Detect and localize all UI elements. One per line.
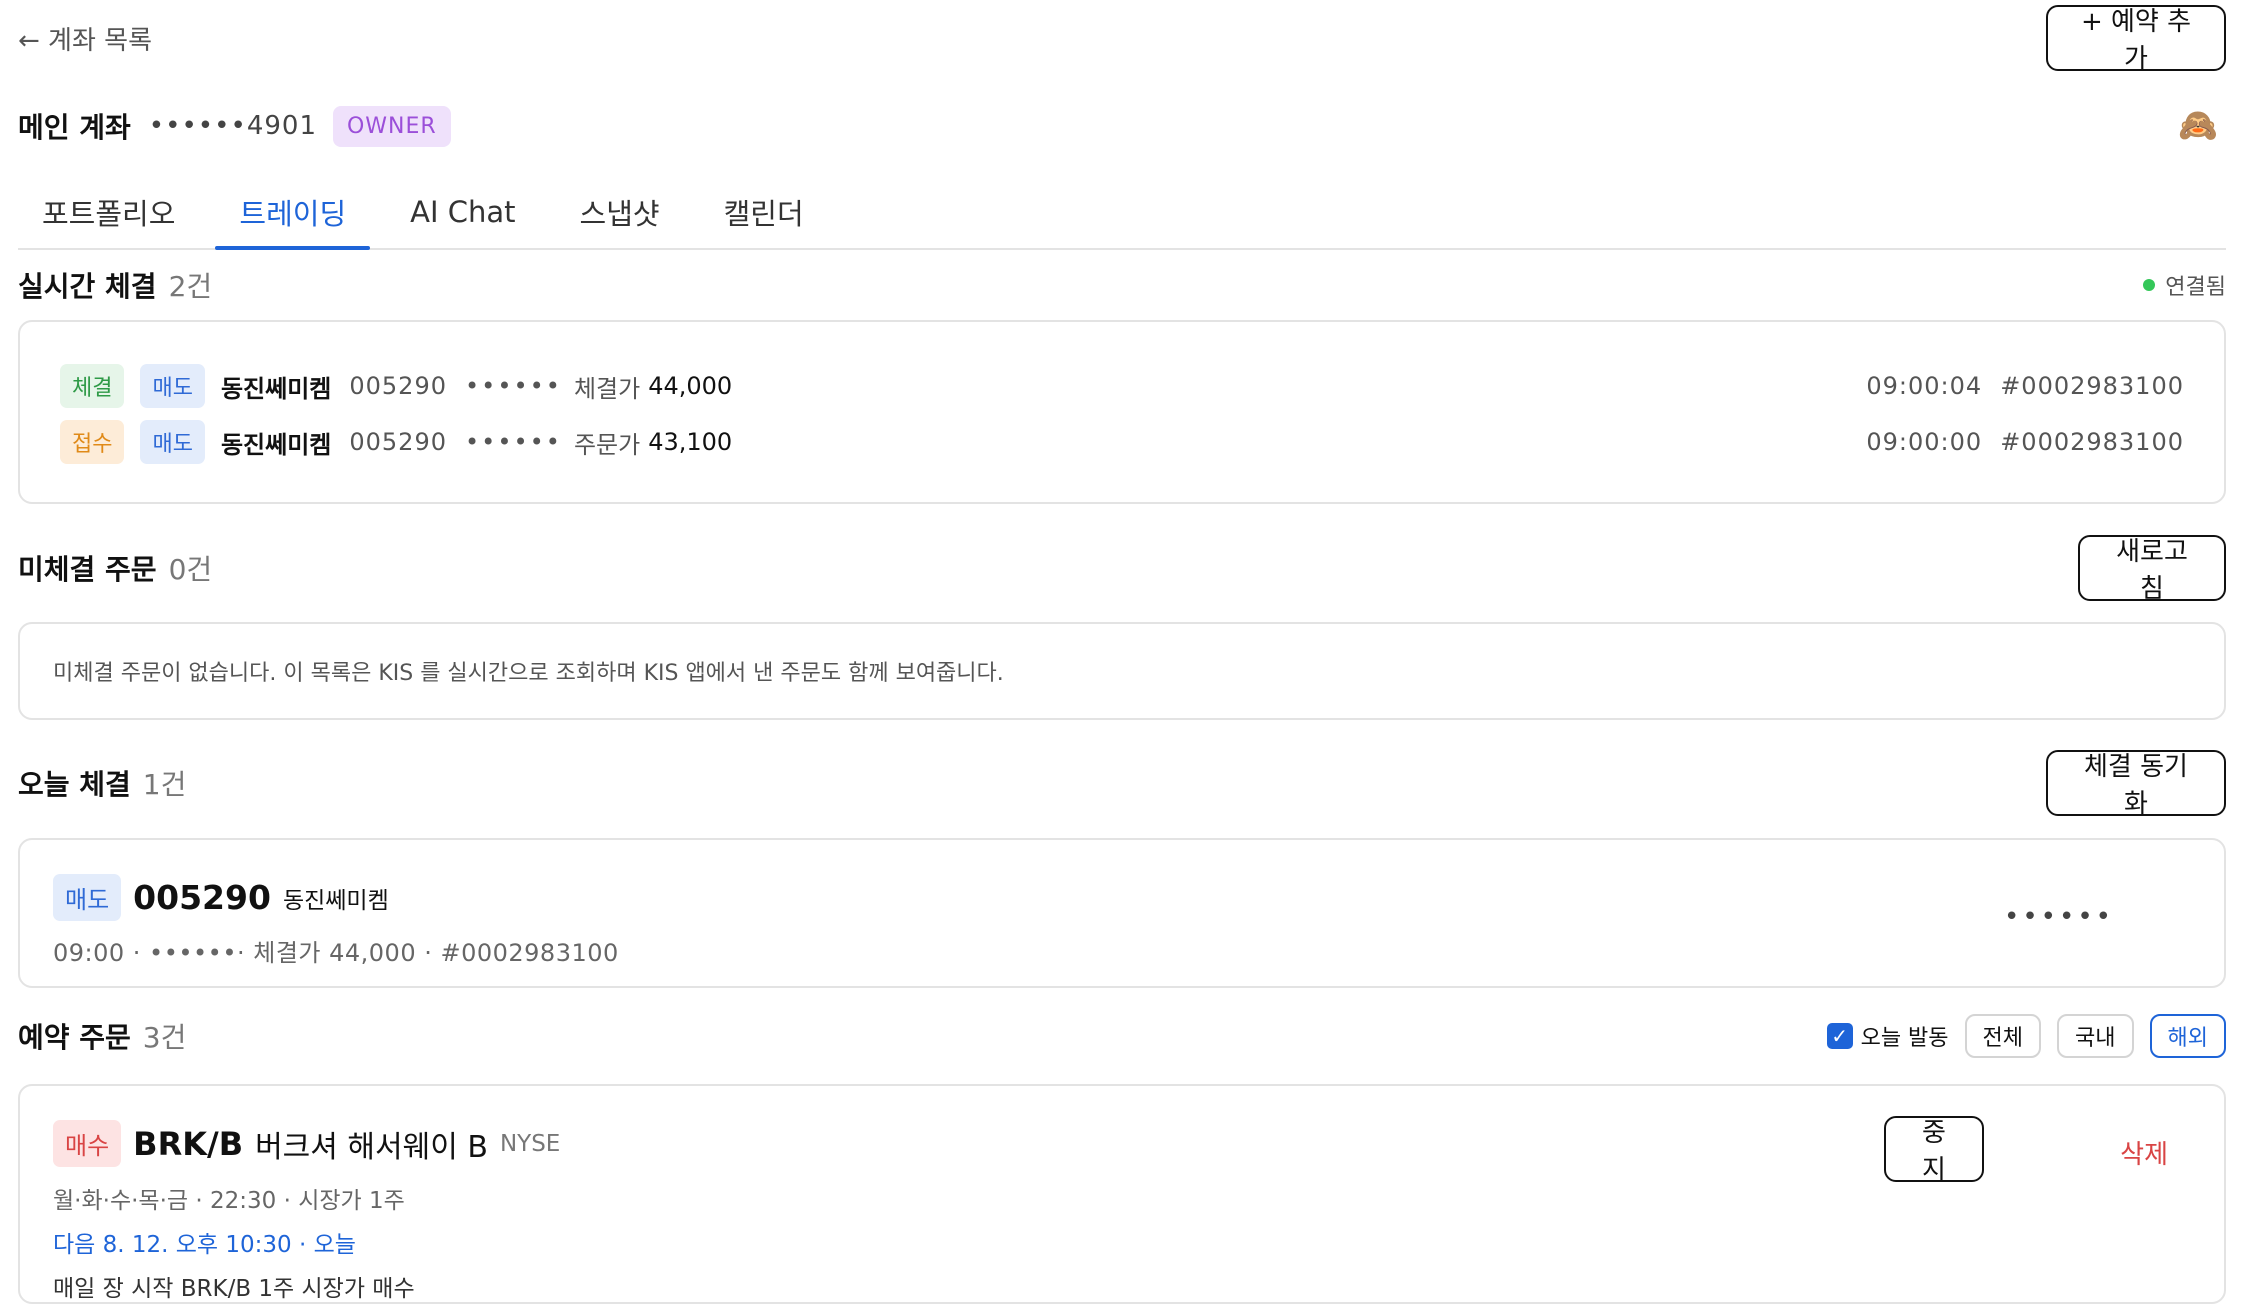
masked-quantity: ••••••: [465, 372, 562, 400]
today-trigger-checkbox[interactable]: ✓ 오늘 발동: [1826, 1020, 1949, 1052]
sync-fills-button[interactable]: 체결 동기화: [2046, 750, 2226, 819]
today-fills-count: 1건: [142, 768, 187, 801]
reservation-description: 매일 장 시작 BRK/B 1주 시장가 매수: [53, 1276, 415, 1302]
tab-trading[interactable]: 트레이딩: [215, 176, 370, 250]
pending-orders-title: 미체결 주문: [18, 553, 157, 586]
account-name: 메인 계좌: [18, 111, 131, 144]
reservation-card: 매수 BRK/B 버크셔 해서웨이 B NYSE 월·화·수·목·금 · 22:…: [18, 1084, 2226, 1304]
fill-time: 09:00:04: [1866, 372, 1983, 400]
connected-dot-icon: [2143, 279, 2156, 291]
today-trigger-label: 오늘 발동: [1860, 1026, 1949, 1051]
pending-orders-header: 미체결 주문 0건 새로고침: [18, 504, 2226, 622]
filter-all-chip[interactable]: 전체: [1964, 1014, 2042, 1058]
delete-button[interactable]: 삭제: [2120, 1134, 2168, 1171]
refresh-button[interactable]: 새로고침: [2078, 535, 2226, 604]
add-reservation-button[interactable]: + 예약 추가: [2046, 5, 2226, 74]
stock-name: 버크셔 해서웨이 B: [255, 1129, 488, 1165]
see-no-evil-monkey-icon[interactable]: 🙈: [2178, 106, 2218, 144]
fill-status-badge: 체결: [60, 364, 125, 408]
order-side-badge: 매수: [53, 1120, 122, 1167]
realtime-fill-row: 체결 매도 동진쎄미켐 005290 •••••• 체결가 44,000 09:…: [20, 358, 2224, 414]
realtime-fills-header: 실시간 체결 2건 연결됨: [18, 250, 2226, 320]
reservations-header: 예약 주문 3건 ✓ 오늘 발동 전체 국내 해외: [18, 988, 2226, 1084]
tab-snapshot[interactable]: 스냅샷: [556, 176, 684, 248]
today-fill-card: 매도 005290 동진쎄미켐 09:00 · ••••••· 체결가 44,0…: [18, 838, 2226, 988]
realtime-fills-card: 체결 매도 동진쎄미켐 005290 •••••• 체결가 44,000 09:…: [18, 320, 2226, 504]
pending-orders-count: 0건: [168, 553, 213, 586]
realtime-fills-count: 2건: [168, 270, 213, 303]
stop-button[interactable]: 중지: [1884, 1116, 1984, 1185]
tab-calendar[interactable]: 캘린더: [700, 176, 828, 248]
pending-orders-card: 미체결 주문이 없습니다. 이 목록은 KIS 를 실시간으로 조회하며 KIS…: [18, 622, 2226, 720]
order-side-badge: 매도: [140, 420, 205, 464]
stock-code: 005290: [133, 878, 271, 917]
tab-ai-chat[interactable]: AI Chat: [386, 176, 539, 248]
ticker: BRK/B: [133, 1124, 244, 1163]
price-label: 체결가: [573, 374, 641, 403]
fill-time: 09:00:00: [1866, 428, 1983, 456]
stock-name: 동진쎄미켐: [220, 430, 332, 459]
fill-status-badge: 접수: [60, 420, 125, 464]
price-value: 43,100: [648, 428, 733, 456]
reservations-title: 예약 주문: [18, 1021, 131, 1054]
tab-bar: 포트폴리오 트레이딩 AI Chat 스냅샷 캘린더: [18, 176, 2226, 250]
connection-status-label: 연결됨: [2165, 275, 2226, 300]
filter-overseas-chip[interactable]: 해외: [2149, 1014, 2226, 1058]
connection-status: 연결됨: [2143, 269, 2226, 301]
price-label: 주문가: [573, 430, 641, 459]
exchange: NYSE: [499, 1130, 561, 1157]
today-fill-detail: 09:00 · ••••••· 체결가 44,000 · #0002983100: [53, 939, 619, 967]
order-id: #0002983100: [2000, 372, 2184, 400]
top-bar: ← 계좌 목록 + 예약 추가: [18, 0, 2226, 76]
price-value: 44,000: [648, 372, 733, 400]
owner-badge: OWNER: [332, 105, 451, 147]
reservations-count: 3건: [142, 1021, 187, 1054]
back-link-label: ← 계좌 목록: [18, 25, 152, 56]
masked-amount: ••••••: [2003, 902, 2114, 932]
reservation-next-run: 다음 8. 12. 오후 10:30 · 오늘: [53, 1232, 356, 1258]
pending-orders-empty-text: 미체결 주문이 없습니다. 이 목록은 KIS 를 실시간으로 조회하며 KIS…: [53, 661, 1004, 686]
stock-name: 동진쎄미켐: [220, 374, 332, 403]
back-to-accounts-link[interactable]: ← 계좌 목록: [18, 20, 152, 57]
account-header: 메인 계좌 ••••••4901 OWNER 🙈: [18, 76, 2226, 176]
today-fills-title: 오늘 체결: [18, 768, 131, 801]
stock-name: 동진쎄미켐: [282, 887, 389, 914]
order-side-badge: 매도: [140, 364, 205, 408]
stock-code: 005290: [349, 428, 447, 456]
reservation-filters: ✓ 오늘 발동 전체 국내 해외: [1826, 1014, 2226, 1058]
reservation-title-row: 매수 BRK/B 버크셔 해서웨이 B NYSE: [53, 1120, 2191, 1167]
order-id: #0002983100: [2000, 428, 2184, 456]
realtime-fills-title: 실시간 체결: [18, 270, 157, 303]
masked-quantity: ••••••: [465, 428, 562, 456]
realtime-fill-row: 접수 매도 동진쎄미켐 005290 •••••• 주문가 43,100 09:…: [20, 414, 2224, 470]
filter-domestic-chip[interactable]: 국내: [2057, 1014, 2134, 1058]
order-side-badge: 매도: [53, 874, 122, 921]
stock-code: 005290: [349, 372, 447, 400]
account-number: ••••••4901: [148, 111, 317, 141]
today-fills-header: 오늘 체결 1건 체결 동기화: [18, 720, 2226, 838]
tab-portfolio[interactable]: 포트폴리오: [18, 176, 199, 248]
checkbox-checked-icon[interactable]: ✓: [1826, 1023, 1853, 1049]
today-fill-title-row: 매도 005290 동진쎄미켐: [53, 874, 2191, 921]
reservation-schedule: 월·화·수·목·금 · 22:30 · 시장가 1주: [53, 1188, 405, 1214]
